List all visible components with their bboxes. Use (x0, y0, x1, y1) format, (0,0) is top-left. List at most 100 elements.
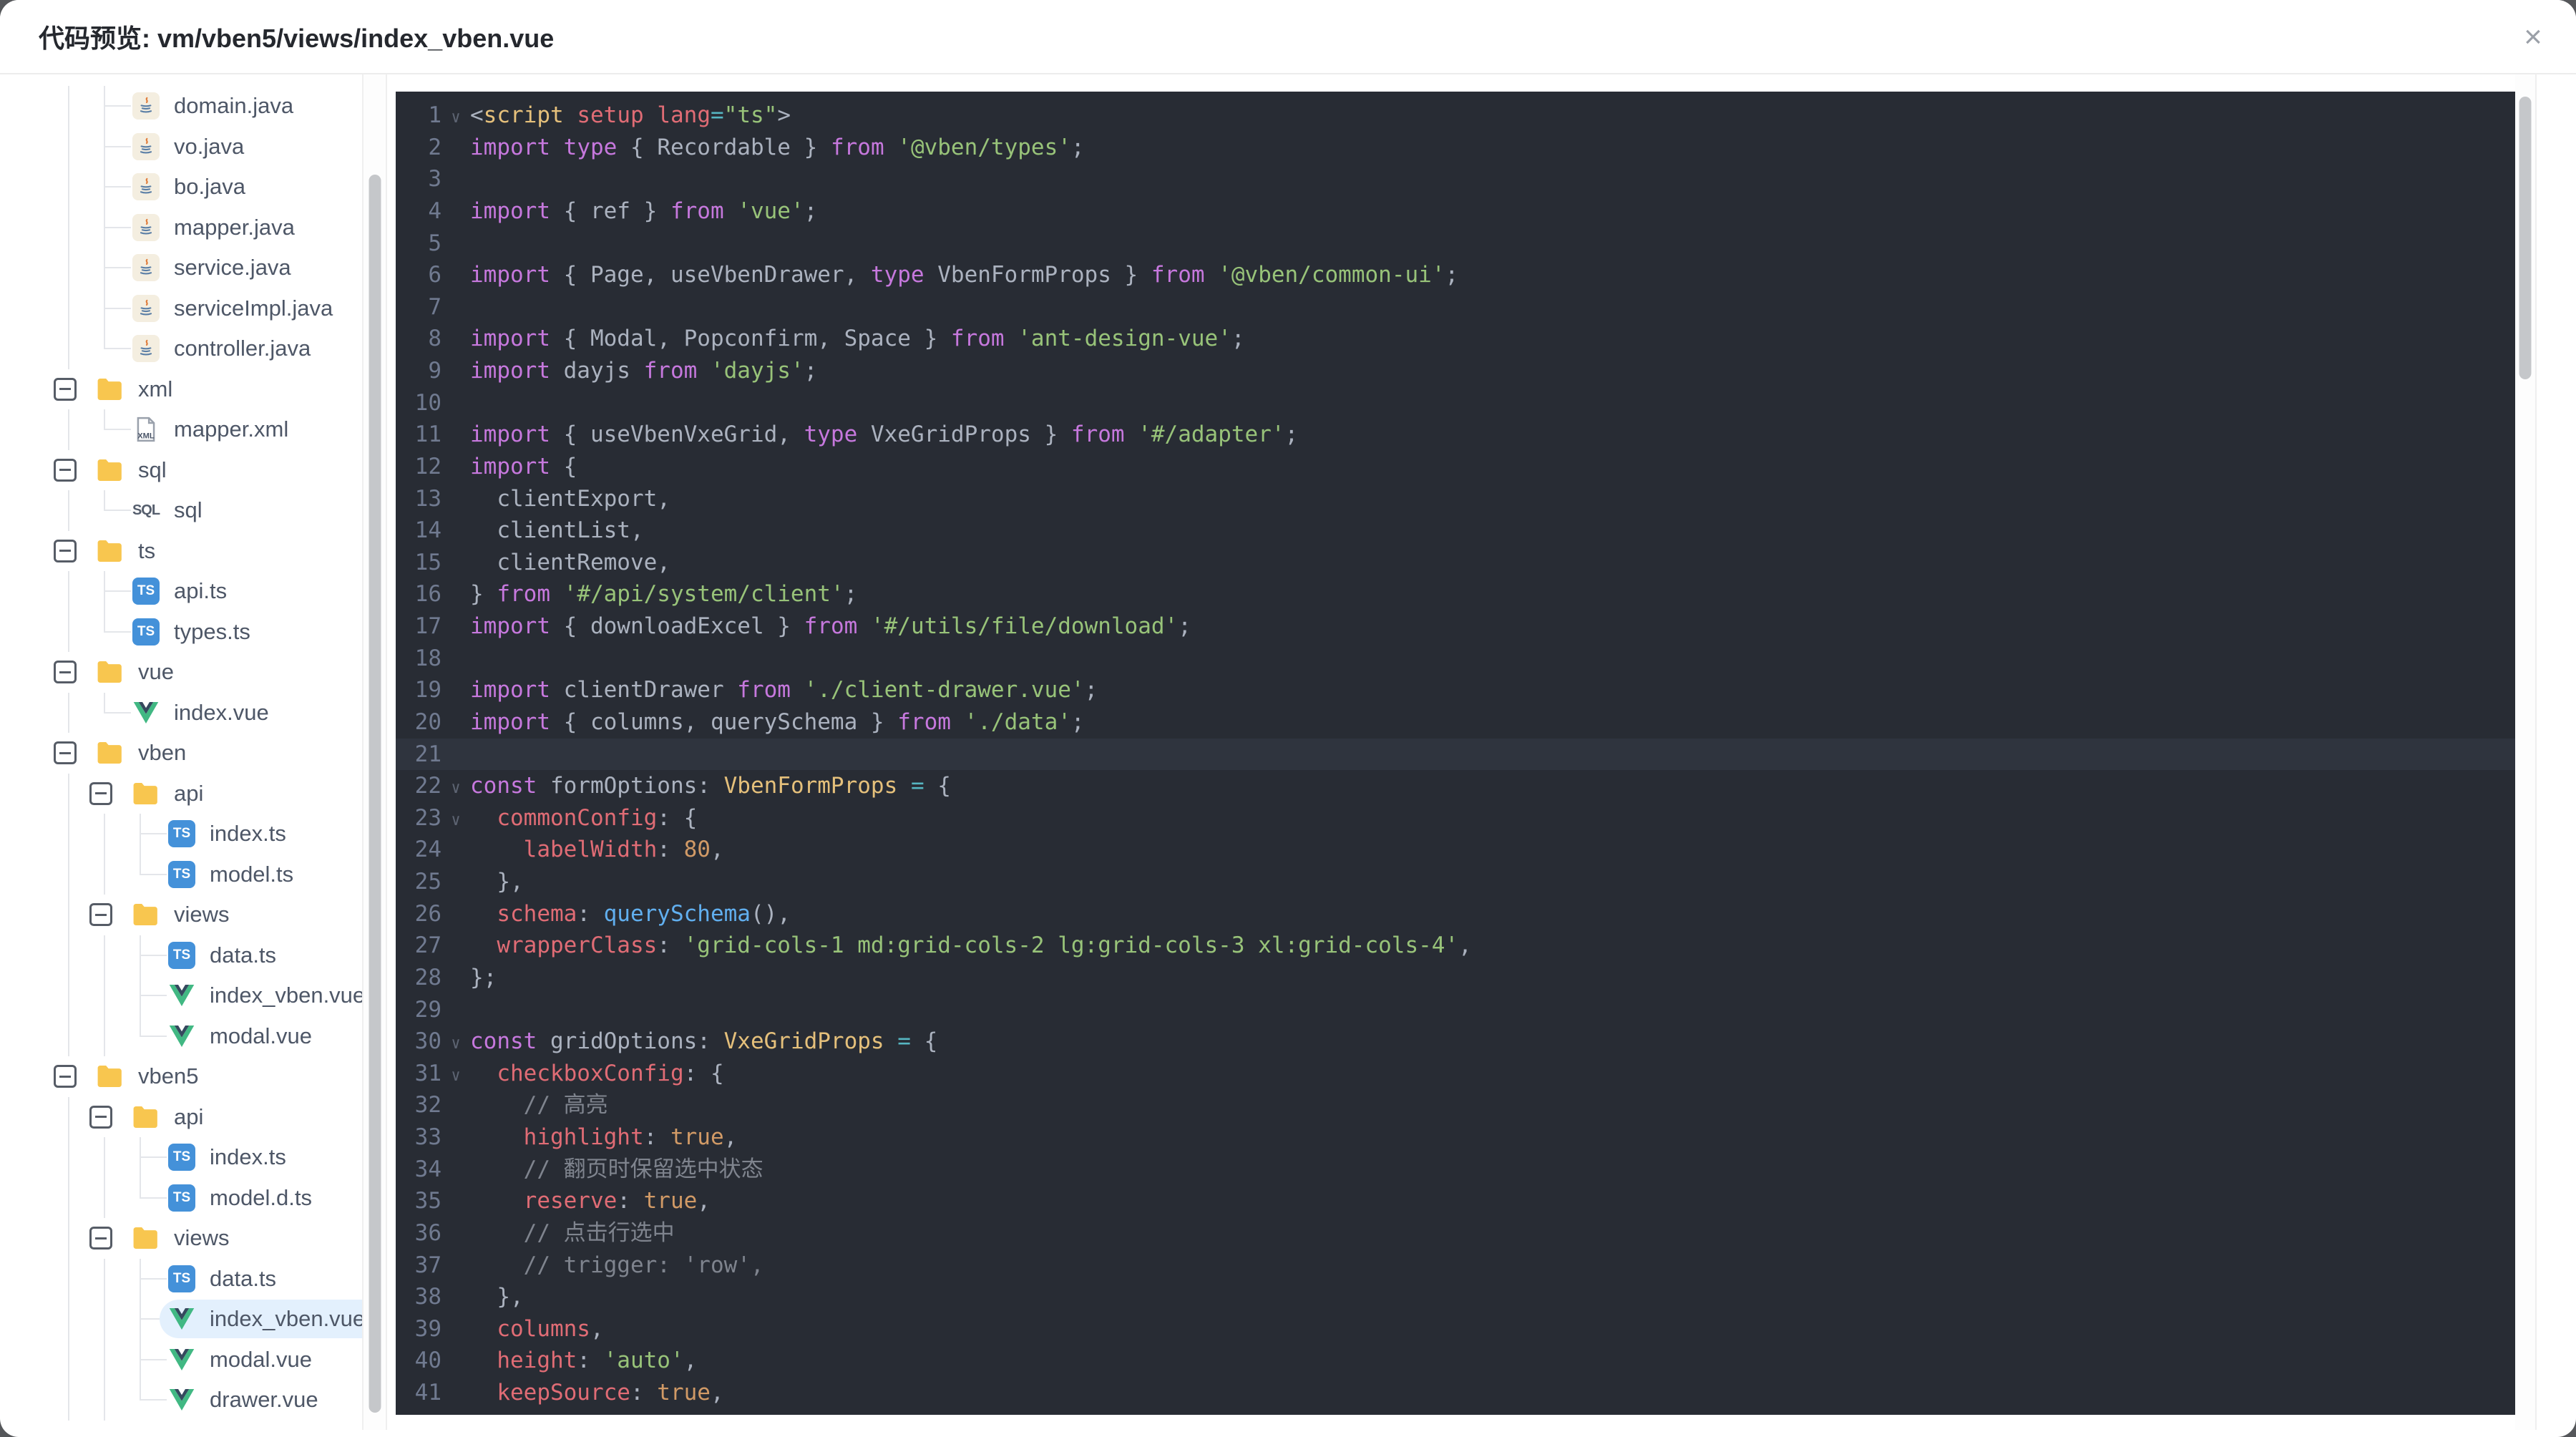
tree-item-content[interactable]: SQL sql (124, 491, 223, 530)
tree-item-content[interactable]: TS model.d.ts (160, 1179, 332, 1217)
tree-item-vue[interactable]: vue (0, 652, 362, 693)
tree-item-content[interactable]: index_vben.vue (160, 976, 362, 1015)
code-text: <script setup lang="ts"> (470, 102, 791, 128)
tree-item-content[interactable]: views (124, 1219, 250, 1257)
collapse-toggle-icon[interactable] (54, 539, 77, 562)
tree-item-mapper.java[interactable]: mapper.java (0, 207, 362, 248)
tree-item-content[interactable]: api (124, 774, 223, 813)
tree-item-index_vben.vue[interactable]: index_vben.vue (0, 975, 362, 1016)
tree-item-content[interactable]: index.vue (124, 693, 289, 732)
fold-arrow-icon[interactable]: ∨ (441, 773, 470, 805)
tree-item-serviceImpl.java[interactable]: serviceImpl.java (0, 288, 362, 328)
tree-item-content[interactable]: modal.vue (160, 1017, 332, 1056)
tree-scrollbar[interactable] (362, 74, 387, 1430)
tree-item-content[interactable]: api (124, 1098, 223, 1136)
tree-item-content[interactable]: TS data.ts (160, 1260, 296, 1298)
tree-item-content[interactable]: service.java (124, 248, 311, 287)
tree-item-api[interactable]: api (0, 773, 362, 814)
tree-item-bo.java[interactable]: bo.java (0, 167, 362, 208)
tree-item-content[interactable]: modal.vue (160, 1340, 332, 1379)
tree-item-content[interactable]: bo.java (124, 167, 265, 206)
tree-item-label: data.ts (210, 942, 277, 968)
tree-item-api.ts[interactable]: TS api.ts (0, 571, 362, 612)
tree-item-types.ts[interactable]: TS types.ts (0, 611, 362, 652)
tree-item-controller.java[interactable]: controller.java (0, 328, 362, 369)
collapse-toggle-icon[interactable] (54, 1065, 77, 1088)
tree-guide-line (68, 248, 69, 288)
tree-item-content[interactable]: TS index.ts (160, 814, 306, 853)
tree-item-selected[interactable]: index_vben.vue (160, 1300, 362, 1339)
collapse-toggle-icon[interactable] (89, 903, 112, 927)
tree-item-content[interactable]: domain.java (124, 87, 313, 125)
tree-item-content[interactable]: vben5 (88, 1057, 218, 1096)
tree-item-vo.java[interactable]: vo.java (0, 126, 362, 167)
tree-item-ts[interactable]: ts (0, 531, 362, 572)
tree-item-content[interactable]: TS data.ts (160, 936, 296, 975)
tree-item-content[interactable]: mapper.java (124, 208, 315, 247)
collapse-toggle-icon[interactable] (54, 741, 77, 765)
tree-item-sql[interactable]: SQL sql (0, 490, 362, 531)
editor-scrollbar-thumb[interactable] (2519, 97, 2532, 379)
tree-item-service.java[interactable]: service.java (0, 248, 362, 288)
tree-item-content[interactable]: vue (88, 653, 194, 691)
tree-item-modal.vue[interactable]: modal.vue (0, 1015, 362, 1056)
line-number: 23 (414, 804, 441, 831)
tree-item-domain.java[interactable]: domain.java (0, 86, 362, 127)
tree-item-content[interactable]: views (124, 895, 250, 934)
tree-item-data.ts[interactable]: TS data.ts (0, 935, 362, 975)
tree-item-content[interactable]: vben (88, 734, 206, 772)
tree-item-content[interactable]: ts (88, 532, 175, 570)
tree-item-model.d.ts[interactable]: TS model.d.ts (0, 1177, 362, 1218)
code-text: labelWidth: 80, (470, 837, 724, 863)
collapse-toggle-icon[interactable] (54, 377, 77, 401)
collapse-toggle-icon[interactable] (54, 661, 77, 684)
fold-arrow-icon[interactable]: ∨ (441, 102, 470, 135)
collapse-toggle-icon[interactable] (89, 1105, 112, 1129)
tree-item-index.vue[interactable]: index.vue (0, 692, 362, 733)
code-editor[interactable]: 1 ∨ <script setup lang="ts"> 2 import type {… (396, 92, 2515, 1415)
tree-item-drawer.vue[interactable]: drawer.vue (0, 1380, 362, 1421)
tree-guide-line (104, 1177, 105, 1218)
tree-item-content[interactable]: serviceImpl.java (124, 289, 353, 328)
tree-item-vben[interactable]: vben (0, 733, 362, 774)
tree-item-vben5[interactable]: vben5 (0, 1056, 362, 1097)
fold-arrow-icon[interactable]: ∨ (441, 805, 470, 837)
tree-item-content[interactable]: TS api.ts (124, 572, 247, 610)
tree-item-content[interactable]: XML mapper.xml (124, 410, 308, 449)
tree-item-content[interactable]: sql (88, 451, 187, 489)
tree-item-views[interactable]: views (0, 1218, 362, 1259)
tree-item-mapper.xml[interactable]: XML mapper.xml (0, 409, 362, 450)
code-line: 38 }, (396, 1281, 2515, 1313)
tree-item-content[interactable]: TS types.ts (124, 613, 270, 651)
collapse-toggle-icon[interactable] (54, 458, 77, 482)
tree-item-content[interactable]: TS model.ts (160, 855, 313, 894)
tree-item-views[interactable]: views (0, 895, 362, 935)
tree-item-content[interactable]: vo.java (124, 127, 264, 166)
close-icon[interactable]: × (2512, 16, 2555, 59)
tree-item-index.ts[interactable]: TS index.ts (0, 814, 362, 854)
collapse-toggle-icon[interactable] (89, 1227, 112, 1250)
vue-file-icon (168, 1023, 195, 1050)
editor-scrollbar[interactable] (2515, 74, 2537, 1430)
tree-item-index.ts[interactable]: TS index.ts (0, 1137, 362, 1178)
tree-item-sql[interactable]: sql (0, 450, 362, 491)
collapse-toggle-icon[interactable] (89, 781, 112, 805)
tree-item-index_vben.vue[interactable]: index_vben.vue (0, 1299, 362, 1340)
tree-item-content[interactable]: drawer.vue (160, 1380, 338, 1419)
tree-item-xml[interactable]: xml (0, 369, 362, 410)
tree-item-content[interactable]: TS index.ts (160, 1138, 306, 1177)
tree-item-label: index.vue (174, 699, 269, 725)
tree-item-modal.vue[interactable]: modal.vue (0, 1339, 362, 1380)
dialog-title: 代码预览: vm/vben5/views/index_vben.vue (39, 24, 555, 53)
code-line: 23 ∨ commonConfig: { (396, 802, 2515, 834)
tree-item-data.ts[interactable]: TS data.ts (0, 1258, 362, 1299)
tree-item-content[interactable]: xml (88, 370, 192, 409)
tree-item-api[interactable]: api (0, 1096, 362, 1137)
tree-item-model.ts[interactable]: TS model.ts (0, 854, 362, 895)
code-text: import { (470, 453, 577, 479)
tree-item-content[interactable]: controller.java (124, 329, 331, 368)
fold-arrow-icon[interactable]: ∨ (441, 1028, 470, 1061)
fold-arrow-icon[interactable]: ∨ (441, 1061, 470, 1093)
tree-scrollbar-thumb[interactable] (369, 175, 381, 1413)
file-tree[interactable]: domain.java vo.java bo.java mapper.java serv… (0, 74, 362, 1437)
